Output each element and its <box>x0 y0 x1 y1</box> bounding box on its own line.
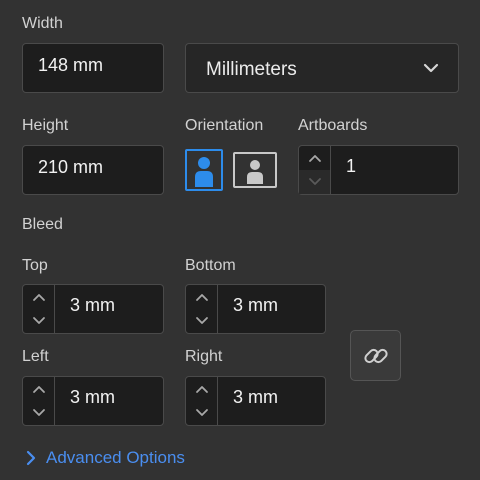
height-field[interactable]: 210 mm <box>22 145 164 195</box>
bleed-top-value: 3 mm <box>70 295 115 315</box>
height-label: Height <box>22 117 69 134</box>
width-value: 148 mm <box>38 55 104 75</box>
bleed-right-increment-button[interactable] <box>186 377 217 401</box>
bleed-label: Bleed <box>22 216 63 233</box>
bleed-bottom-label: Bottom <box>185 257 236 274</box>
bleed-left-value: 3 mm <box>70 387 115 407</box>
height-value: 210 mm <box>38 157 104 177</box>
bleed-top-field[interactable]: 3 mm <box>22 284 164 334</box>
chevron-up-icon <box>195 294 208 301</box>
width-label: Width <box>22 15 63 32</box>
advanced-options-label: Advanced Options <box>46 448 185 467</box>
width-field[interactable]: 148 mm <box>22 43 164 93</box>
chevron-up-icon <box>195 386 208 393</box>
chevron-down-icon <box>32 409 45 416</box>
chevron-right-icon <box>24 450 38 466</box>
portrait-orientation-icon <box>187 151 221 189</box>
units-dropdown[interactable]: Millimeters <box>185 43 459 93</box>
landscape-orientation-icon <box>235 154 275 186</box>
bleed-bottom-value: 3 mm <box>233 295 278 315</box>
bleed-right-stepper <box>186 377 218 425</box>
link-bleed-button[interactable] <box>350 330 401 381</box>
bleed-bottom-stepper <box>186 285 218 333</box>
artboards-value: 1 <box>346 156 357 176</box>
advanced-options-toggle[interactable]: Advanced Options <box>24 447 204 469</box>
chevron-up-icon <box>308 155 321 162</box>
chevron-down-icon <box>32 317 45 324</box>
chevron-down-icon <box>422 61 440 75</box>
bleed-bottom-decrement-button[interactable] <box>186 309 217 333</box>
artboards-decrement-button[interactable] <box>299 170 330 194</box>
bleed-right-label: Right <box>185 348 223 365</box>
chevron-down-icon <box>195 317 208 324</box>
artboards-stepper <box>299 146 331 194</box>
bleed-left-stepper <box>23 377 55 425</box>
bleed-left-field[interactable]: 3 mm <box>22 376 164 426</box>
chevron-up-icon <box>32 294 45 301</box>
bleed-right-decrement-button[interactable] <box>186 401 217 425</box>
bleed-top-decrement-button[interactable] <box>23 309 54 333</box>
bleed-top-increment-button[interactable] <box>23 285 54 309</box>
bleed-bottom-increment-button[interactable] <box>186 285 217 309</box>
chevron-down-icon <box>195 409 208 416</box>
artboards-field[interactable]: 1 <box>298 145 459 195</box>
orientation-label: Orientation <box>185 117 264 134</box>
artboards-label: Artboards <box>298 117 368 134</box>
artboards-increment-button[interactable] <box>299 146 330 170</box>
landscape-orientation-button[interactable] <box>233 152 277 188</box>
bleed-left-label: Left <box>22 348 49 365</box>
bleed-left-decrement-button[interactable] <box>23 401 54 425</box>
chevron-up-icon <box>32 386 45 393</box>
bleed-bottom-field[interactable]: 3 mm <box>185 284 326 334</box>
bleed-right-value: 3 mm <box>233 387 278 407</box>
bleed-left-increment-button[interactable] <box>23 377 54 401</box>
link-icon <box>362 342 390 370</box>
bleed-top-label: Top <box>22 257 48 274</box>
bleed-right-field[interactable]: 3 mm <box>185 376 326 426</box>
units-selected-value: Millimeters <box>206 59 297 80</box>
portrait-orientation-button[interactable] <box>185 149 223 191</box>
bleed-top-stepper <box>23 285 55 333</box>
chevron-down-icon <box>308 178 321 185</box>
